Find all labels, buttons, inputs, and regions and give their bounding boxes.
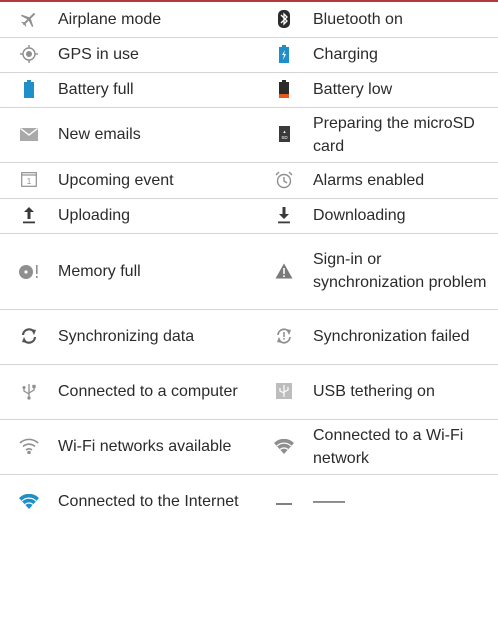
bluetooth-icon bbox=[278, 10, 290, 29]
status-icon-table: Airplane mode Bluetooth on GPS in use Ch… bbox=[0, 2, 498, 529]
status-label: Synchronization failed bbox=[313, 309, 498, 365]
svg-text:1: 1 bbox=[27, 177, 32, 186]
status-label: Alarms enabled bbox=[313, 162, 498, 199]
usb-icon bbox=[22, 382, 36, 401]
table-row: Connected to the Internet —— bbox=[0, 474, 498, 529]
table-row: Battery full Battery low bbox=[0, 72, 498, 108]
status-label: Bluetooth on bbox=[313, 2, 498, 38]
usb-tethering-icon bbox=[276, 383, 292, 400]
battery-low-icon bbox=[279, 80, 289, 99]
table-row: New emails ▲ SD Preparing the microSD ca… bbox=[0, 107, 498, 163]
status-label: Synchronizing data bbox=[58, 309, 255, 365]
email-icon bbox=[20, 127, 38, 141]
status-label: Connected to a computer bbox=[58, 364, 255, 420]
status-label: Charging bbox=[313, 37, 498, 73]
status-label: —— bbox=[313, 493, 345, 511]
battery-full-icon bbox=[24, 80, 34, 99]
table-row: Wi-Fi networks available Connected to a … bbox=[0, 419, 498, 475]
svg-text:▲: ▲ bbox=[282, 129, 286, 134]
svg-text:SD: SD bbox=[281, 135, 288, 140]
status-label: Battery full bbox=[58, 72, 255, 108]
table-row: Memory full Sign-in or synchronization p… bbox=[0, 233, 498, 310]
table-row: GPS in use Charging bbox=[0, 37, 498, 73]
table-row: Synchronizing data Synchronization faile… bbox=[0, 309, 498, 365]
status-label: Preparing the microSD card bbox=[313, 107, 498, 163]
gps-icon bbox=[20, 45, 38, 64]
status-label: Memory full bbox=[58, 233, 255, 310]
table-row: 1 Upcoming event Alarms enabled bbox=[0, 162, 498, 199]
memory-full-icon bbox=[18, 262, 40, 280]
status-label: USB tethering on bbox=[313, 364, 498, 420]
table-row: Uploading Downloading bbox=[0, 198, 498, 234]
alarm-clock-icon bbox=[275, 171, 293, 189]
warning-icon bbox=[275, 263, 293, 279]
wifi-available-icon bbox=[19, 438, 39, 455]
status-label: Battery low bbox=[313, 72, 498, 108]
download-icon bbox=[277, 206, 291, 224]
status-label: Sign-in or synchronization problem bbox=[313, 233, 498, 310]
status-label: Upcoming event bbox=[58, 162, 255, 199]
sync-failed-icon bbox=[275, 327, 293, 345]
sd-card-icon: ▲ SD bbox=[278, 126, 290, 143]
calendar-icon: 1 bbox=[21, 172, 37, 188]
status-label: Airplane mode bbox=[58, 2, 255, 38]
wifi-connected-icon bbox=[274, 438, 294, 454]
table-row: Connected to a computer USB tethering on bbox=[0, 364, 498, 420]
status-label: Connected to a Wi-Fi network bbox=[313, 419, 498, 475]
empty-icon-dash bbox=[276, 493, 292, 511]
upload-icon bbox=[22, 206, 36, 224]
status-label: Wi-Fi networks available bbox=[58, 419, 255, 475]
battery-charging-icon bbox=[279, 45, 289, 64]
sync-icon bbox=[20, 327, 38, 345]
airplane-icon bbox=[20, 10, 38, 28]
wifi-internet-icon bbox=[19, 494, 39, 510]
status-label: New emails bbox=[58, 107, 255, 163]
status-label: GPS in use bbox=[58, 37, 255, 73]
status-label: Connected to the Internet bbox=[58, 493, 239, 511]
status-label: Uploading bbox=[58, 198, 255, 234]
status-label: Downloading bbox=[313, 198, 498, 234]
table-row: Airplane mode Bluetooth on bbox=[0, 2, 498, 38]
